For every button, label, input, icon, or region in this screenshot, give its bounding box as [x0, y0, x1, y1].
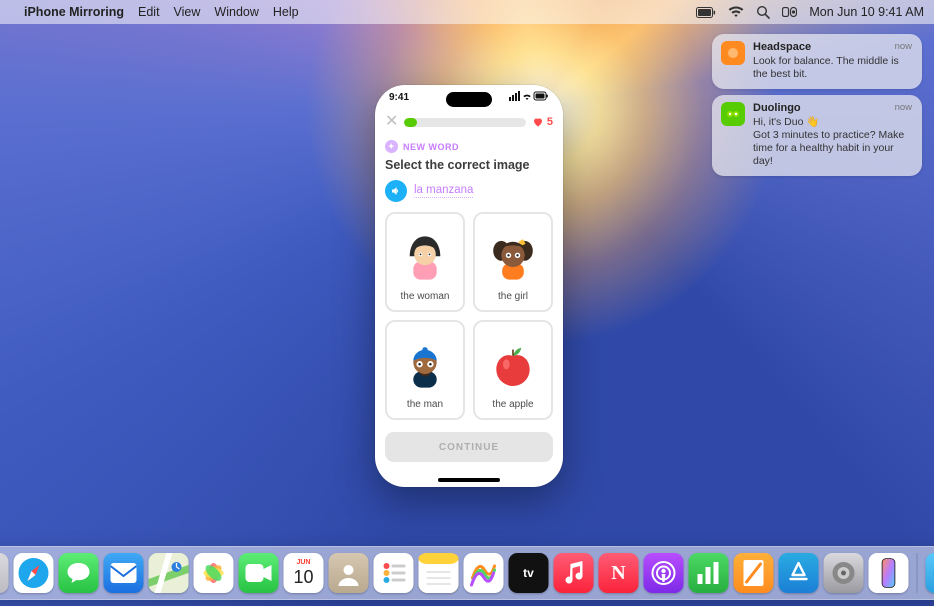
hearts-counter[interactable]: 5 [532, 116, 553, 128]
option-label: the man [407, 399, 443, 410]
notification-title: Duolingo [753, 102, 913, 116]
dock-app-iphone-mirroring[interactable] [869, 553, 909, 593]
sparkle-icon: ✦ [385, 140, 398, 153]
dock-app-mail[interactable] [104, 553, 144, 593]
notification-time: now [895, 41, 912, 52]
dock-app-calendar[interactable]: JUN10 [284, 553, 324, 593]
menubar-item-help[interactable]: Help [273, 5, 299, 19]
option-card-apple[interactable]: the apple [473, 320, 553, 420]
notification-time: now [895, 102, 912, 113]
notification-title: Headspace [753, 41, 913, 55]
dock-app-reminders[interactable] [374, 553, 414, 593]
control-center-icon[interactable] [782, 7, 797, 17]
notification-duolingo[interactable]: Duolingo Hi, it's Duo 👋 Got 3 minutes to… [712, 95, 922, 176]
option-card-man[interactable]: the man [385, 320, 465, 420]
option-card-girl[interactable]: the girl [473, 212, 553, 312]
dock-app-facetime[interactable] [239, 553, 279, 593]
notification-stack: Headspace Look for balance. The middle i… [712, 34, 922, 176]
duolingo-icon [721, 102, 745, 126]
menubar-item-view[interactable]: View [174, 5, 201, 19]
phone-status-icons [509, 91, 549, 104]
menubar-clock[interactable]: Mon Jun 10 9:41 AM [809, 5, 924, 19]
apple-illustration [486, 337, 540, 395]
girl-illustration [486, 229, 540, 287]
dock-app-pages[interactable] [734, 553, 774, 593]
target-word[interactable]: la manzana [414, 184, 473, 198]
continue-button[interactable]: CONTINUE [385, 432, 553, 462]
dock-separator [917, 553, 918, 593]
spotlight-icon[interactable] [756, 5, 770, 19]
dock-app-messages[interactable] [59, 553, 99, 593]
dock-app-tv[interactable]: tv [509, 553, 549, 593]
option-label: the apple [492, 399, 533, 410]
menubar: iPhone Mirroring Edit View Window Help M… [0, 0, 934, 24]
dock-app-photos[interactable] [194, 553, 234, 593]
phone-status-time: 9:41 [389, 92, 409, 103]
menubar-app-name[interactable]: iPhone Mirroring [24, 5, 124, 19]
notification-message: Look for balance. The middle is the best… [753, 55, 913, 81]
option-card-woman[interactable]: the woman [385, 212, 465, 312]
dock-app-maps[interactable] [149, 553, 189, 593]
phone-home-indicator[interactable] [438, 478, 500, 482]
wifi-icon[interactable] [728, 6, 744, 18]
option-label: the woman [401, 291, 450, 302]
dock-app-notes[interactable] [419, 553, 459, 593]
lesson-progress-bar [404, 118, 525, 127]
dock: JUN10 tv N [0, 546, 934, 600]
dock-app-settings[interactable] [824, 553, 864, 593]
iphone-mirror-window[interactable]: 9:41 ✕ 5 ✦ NEW WORD [375, 85, 563, 487]
dock-app-launchpad[interactable] [0, 553, 9, 593]
dock-app-appstore[interactable] [779, 553, 819, 593]
notification-headspace[interactable]: Headspace Look for balance. The middle i… [712, 34, 922, 89]
notification-message: Got 3 minutes to practice? Make time for… [753, 129, 913, 168]
desktop: iPhone Mirroring Edit View Window Help M… [0, 0, 934, 606]
dock-app-safari[interactable] [14, 553, 54, 593]
pill-label: NEW WORD [403, 142, 459, 152]
dock-app-podcasts[interactable] [644, 553, 684, 593]
menubar-item-edit[interactable]: Edit [138, 5, 160, 19]
notification-subtitle: Hi, it's Duo 👋 [753, 116, 913, 129]
new-word-pill: ✦ NEW WORD [385, 140, 459, 153]
woman-illustration [398, 229, 452, 287]
dock-app-music[interactable] [554, 553, 594, 593]
hearts-count: 5 [547, 116, 553, 128]
phone-notch [446, 92, 492, 107]
menubar-item-window[interactable]: Window [214, 5, 258, 19]
battery-icon[interactable] [696, 7, 716, 18]
dock-app-downloads[interactable] [926, 553, 934, 593]
headspace-icon [721, 41, 745, 65]
dock-app-news[interactable]: N [599, 553, 639, 593]
dock-app-contacts[interactable] [329, 553, 369, 593]
lesson-prompt: Select the correct image [385, 158, 553, 172]
dock-app-freeform[interactable] [464, 553, 504, 593]
close-icon[interactable]: ✕ [385, 114, 398, 130]
man-illustration [398, 337, 452, 395]
dock-app-numbers[interactable] [689, 553, 729, 593]
option-label: the girl [498, 291, 528, 302]
speaker-button[interactable] [385, 180, 407, 202]
